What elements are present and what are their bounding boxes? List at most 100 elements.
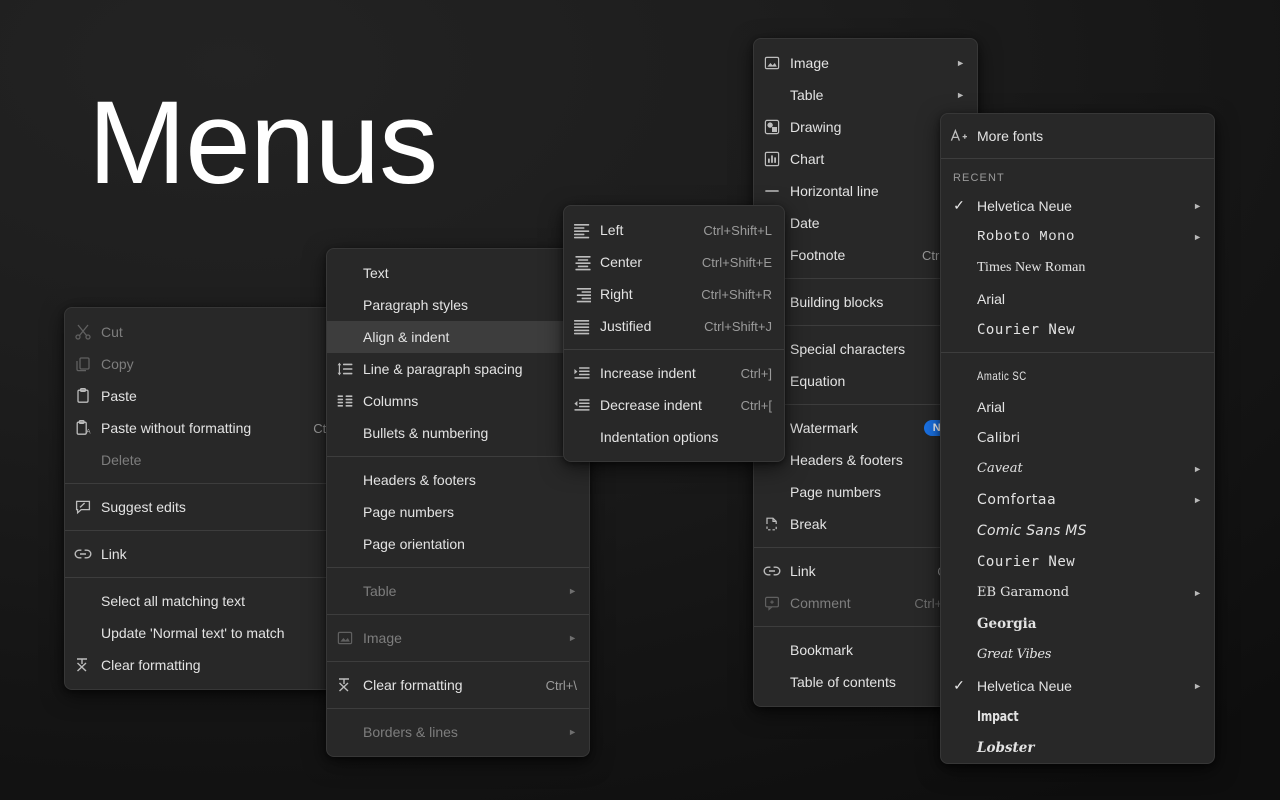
- menu-item-label: Lobster: [977, 739, 1035, 756]
- menu-item-label: Headers & footers: [790, 452, 903, 468]
- menu-item-label: Watermark: [790, 420, 858, 436]
- menu-item-table[interactable]: Table ►: [754, 79, 977, 111]
- menu-item-link[interactable]: Link: [65, 538, 353, 570]
- align-indent-submenu[interactable]: Left Ctrl+Shift+L Center Ctrl+Shift+E Right C…: [563, 205, 785, 462]
- chart-icon: [754, 150, 790, 168]
- menu-item-delete[interactable]: Delete: [65, 444, 353, 476]
- menu-item-courier-new[interactable]: Courier New: [941, 314, 1214, 345]
- menu-item-comic-sans-ms[interactable]: Comic Sans MS: [941, 515, 1214, 546]
- menu-item-left[interactable]: Left Ctrl+Shift+L: [564, 214, 784, 246]
- menu-item-label: Align & indent: [363, 329, 450, 345]
- menu-item-align-indent[interactable]: Align & indent: [327, 321, 589, 353]
- menu-item-select-all-matching-text[interactable]: Select all matching text: [65, 585, 353, 617]
- menu-item-label: Comment: [790, 595, 851, 611]
- menu-item-caveat[interactable]: Caveat ►: [941, 453, 1214, 484]
- menu-item-more-fonts[interactable]: More fonts: [941, 120, 1214, 151]
- menu-item-label: Delete: [101, 452, 142, 468]
- format-menu[interactable]: Text Paragraph styles Align & indent Line &…: [326, 248, 590, 757]
- menu-item-label: Page orientation: [363, 536, 465, 552]
- menu-item-decrease-indent[interactable]: Decrease indent Ctrl+[: [564, 389, 784, 421]
- menu-item-times-new-roman[interactable]: Times New Roman: [941, 252, 1214, 283]
- clipboard-icon: [65, 387, 101, 405]
- menu-item-lobster[interactable]: Lobster: [941, 732, 1214, 763]
- chevron-right-icon: ►: [956, 58, 965, 68]
- menu-item-page-orientation[interactable]: Page orientation: [327, 528, 589, 560]
- menu-item-label: Times New Roman: [977, 259, 1086, 275]
- menu-item-georgia[interactable]: Georgia: [941, 608, 1214, 639]
- menu-item-label: Justified: [600, 318, 652, 334]
- menu-item-update-normal-text-to-match[interactable]: Update 'Normal text' to match: [65, 617, 353, 649]
- menu-item-indentation-options[interactable]: Indentation options: [564, 421, 784, 453]
- menu-item-comfortaa[interactable]: Comfortaa ►: [941, 484, 1214, 515]
- menu-item-page-numbers[interactable]: Page numbers: [327, 496, 589, 528]
- menu-item-right[interactable]: Right Ctrl+Shift+R: [564, 278, 784, 310]
- menu-item-great-vibes[interactable]: Great Vibes: [941, 639, 1214, 670]
- menu-item-label: Indentation options: [600, 429, 719, 445]
- menu-item-label: Center: [600, 254, 643, 270]
- menu-item-impact[interactable]: Impact: [941, 701, 1214, 732]
- menu-item-label: Amatic SC: [977, 368, 1027, 383]
- chevron-right-icon: ►: [568, 633, 577, 643]
- menu-item-label: Text: [363, 265, 389, 281]
- menu-item-copy[interactable]: Copy: [65, 348, 353, 380]
- link-icon: [65, 545, 101, 563]
- menu-item-image[interactable]: Image ►: [327, 622, 589, 654]
- menu-item-shortcut: Ctrl+Shift+L: [703, 222, 772, 238]
- menu-item-cut[interactable]: Cut: [65, 316, 353, 348]
- menu-item-arial[interactable]: Arial: [941, 283, 1214, 314]
- menu-item-increase-indent[interactable]: Increase indent Ctrl+]: [564, 357, 784, 389]
- menu-item-eb-garamond[interactable]: EB Garamond ►: [941, 577, 1214, 608]
- scissors-icon: [65, 323, 101, 341]
- menu-item-label: Bookmark: [790, 642, 854, 658]
- menu-separator: [327, 567, 589, 568]
- menu-item-justified[interactable]: Justified Ctrl+Shift+J: [564, 310, 784, 342]
- context-menu[interactable]: CutCopyPasteAPaste without formattingCtr…: [64, 307, 354, 690]
- menu-item-line-paragraph-spacing[interactable]: Line & paragraph spacing: [327, 353, 589, 385]
- menu-item-suggest-edits[interactable]: Suggest edits: [65, 491, 353, 523]
- menu-separator: [941, 352, 1214, 353]
- menu-item-amatic-sc[interactable]: Amatic SC: [941, 360, 1214, 391]
- menu-item-paragraph-styles[interactable]: Paragraph styles: [327, 289, 589, 321]
- svg-text:A: A: [86, 429, 91, 436]
- menu-item-paste-without-formatting[interactable]: APaste without formattingCtrl+: [65, 412, 353, 444]
- chevron-right-icon: ►: [568, 727, 577, 737]
- menu-item-bullets-numbering[interactable]: Bullets & numbering: [327, 417, 589, 449]
- menu-item-calibri[interactable]: Calibri: [941, 422, 1214, 453]
- copy-icon: [65, 355, 101, 373]
- section-header-recent: RECENT: [953, 172, 1005, 184]
- menu-item-arial[interactable]: Arial: [941, 391, 1214, 422]
- menu-item-roboto-mono[interactable]: Roboto Mono ►: [941, 221, 1214, 252]
- menu-item-courier-new[interactable]: Courier New: [941, 546, 1214, 577]
- check-icon: ✓: [953, 677, 965, 693]
- fonts-menu[interactable]: More fonts RECENT ✓ Helvetica Neue ► Roboto M…: [940, 113, 1215, 764]
- menu-item-table[interactable]: Table ►: [327, 575, 589, 607]
- menu-item-headers-footers[interactable]: Headers & footers: [327, 464, 589, 496]
- align-right-icon: [564, 285, 600, 303]
- menu-item-shortcut: Ctrl+Shift+E: [701, 254, 772, 270]
- menu-item-helvetica-neue[interactable]: ✓ Helvetica Neue ►: [941, 670, 1214, 701]
- menu-item-paste[interactable]: Paste: [65, 380, 353, 412]
- menu-item-label: Suggest edits: [101, 499, 186, 515]
- menu-item-center[interactable]: Center Ctrl+Shift+E: [564, 246, 784, 278]
- menu-item-borders-lines[interactable]: Borders & lines ►: [327, 716, 589, 748]
- menu-item-columns[interactable]: Columns: [327, 385, 589, 417]
- menu-item-label: Update 'Normal text' to match: [101, 625, 285, 641]
- indent-decrease-icon: [564, 396, 600, 414]
- menu-item-label: Line & paragraph spacing: [363, 361, 523, 377]
- menu-item-label: Footnote: [790, 247, 846, 263]
- menu-item-label: Borders & lines: [363, 724, 458, 740]
- menu-item-text[interactable]: Text: [327, 257, 589, 289]
- menu-item-label: Page numbers: [790, 484, 882, 500]
- menu-item-label: Table: [790, 87, 824, 103]
- menu-item-clear-formatting[interactable]: Clear formatting Ctrl+\: [327, 669, 589, 701]
- menu-separator: [65, 530, 353, 531]
- menu-item-image[interactable]: Image ►: [754, 47, 977, 79]
- drawing-icon: [754, 118, 790, 136]
- menu-item-helvetica-neue[interactable]: ✓ Helvetica Neue ►: [941, 190, 1214, 221]
- menu-item-label: Helvetica Neue: [977, 197, 1072, 214]
- menu-item-label: Left: [600, 222, 624, 238]
- menu-item-label: Great Vibes: [977, 647, 1052, 662]
- menu-item-label: Table: [363, 583, 397, 599]
- menu-item-clear-formatting[interactable]: Clear formatting: [65, 649, 353, 681]
- menu-separator: [327, 614, 589, 615]
